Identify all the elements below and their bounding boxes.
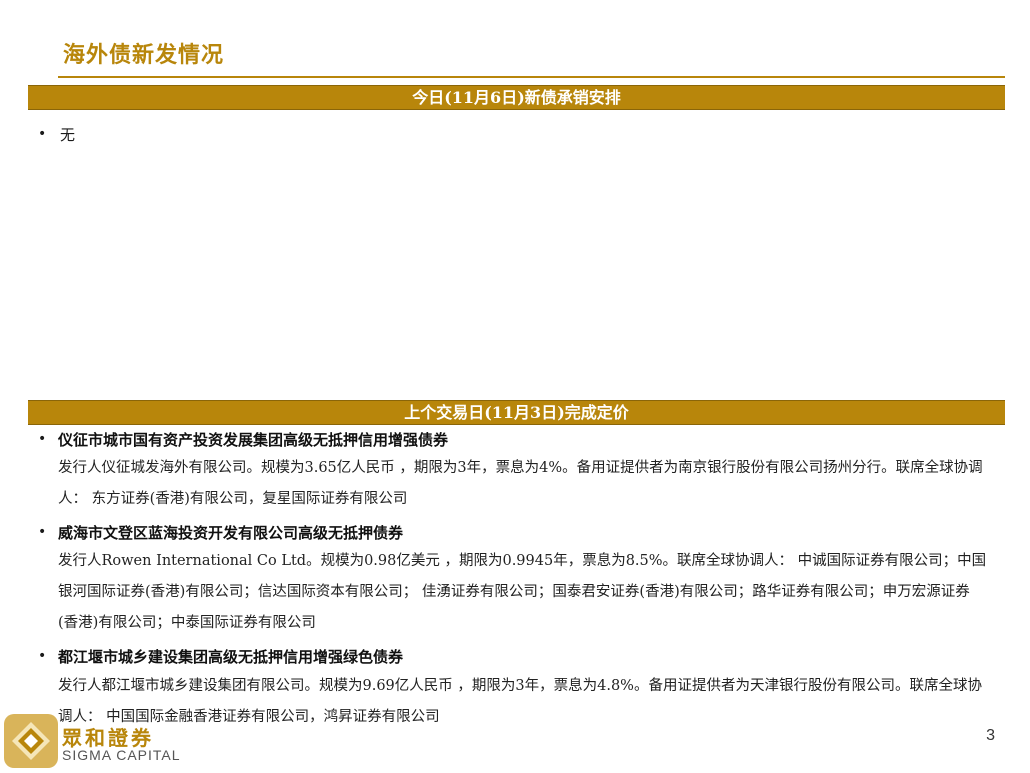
section-header-today: 今日(11月6日)新债承销安排 (28, 85, 1005, 110)
bond-description: 发行人仪征城发海外有限公司。规模为3.65亿人民币 ，期限为3年，票息为4%。备… (58, 460, 983, 507)
today-item-text: 无 (60, 126, 76, 144)
sigma-capital-logo-icon (4, 714, 58, 768)
section-header-last-trading-day: 上个交易日(11月3日)完成定价 (28, 400, 1005, 425)
page-title: 海外债新发情况 (63, 42, 225, 68)
brand-name-en: SIGMA CAPITAL (62, 747, 181, 763)
bond-title: 仪征市城市国有资产投资发展集团高级无抵押信用增强债券 (58, 431, 449, 449)
bullet-icon: • (38, 126, 47, 142)
bullet-icon: • (38, 431, 47, 447)
bond-title: 都江堰市城乡建设集团高级无抵押信用增强绿色债券 (58, 648, 404, 666)
bond-description: 发行人Rowen International Co Ltd。规模为0.98亿美元… (58, 553, 987, 631)
bond-title: 威海市文登区蓝海投资开发有限公司高级无抵押债券 (58, 524, 404, 542)
bond-description: 发行人都江堰市城乡建设集团有限公司。规模为9.69亿人民币 ，期限为3年，票息为… (58, 678, 982, 725)
page-number: 3 (986, 727, 995, 744)
title-rule (58, 76, 1005, 78)
bullet-icon: • (38, 648, 47, 664)
bullet-icon: • (38, 524, 47, 540)
